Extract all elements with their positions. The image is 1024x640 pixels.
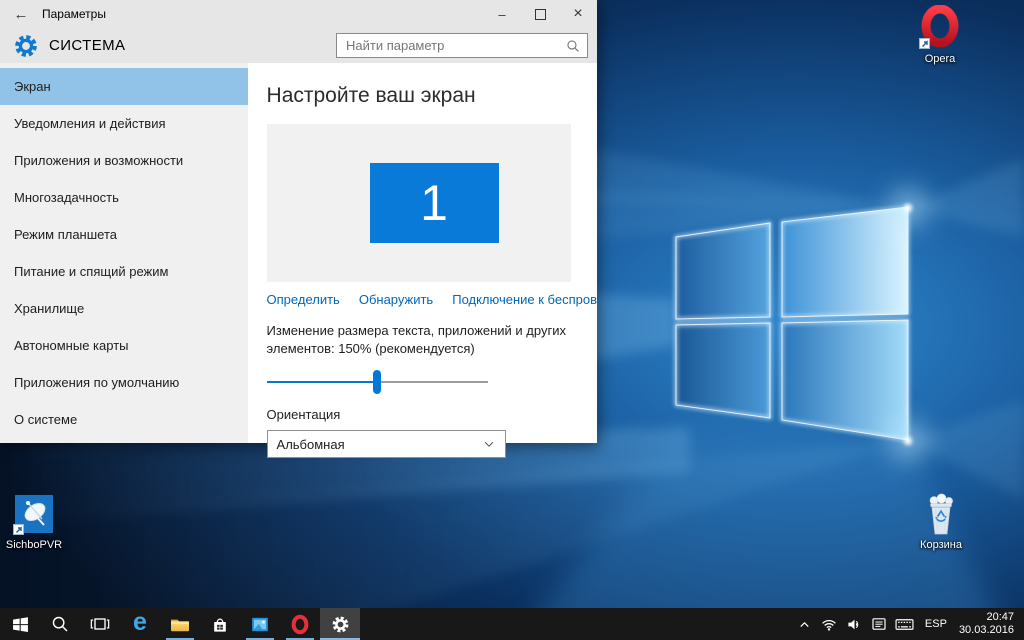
desktop-icon-label: Opera bbox=[925, 53, 956, 65]
start-button[interactable] bbox=[0, 608, 40, 640]
shortcut-arrow-icon bbox=[919, 38, 930, 49]
sidebar-item-tablet-mode[interactable]: Режим планшета bbox=[0, 216, 248, 253]
volume-button[interactable] bbox=[842, 608, 867, 640]
taskbar-file-explorer-button[interactable] bbox=[160, 608, 200, 640]
speaker-icon bbox=[847, 617, 862, 632]
settings-gear-icon bbox=[13, 33, 39, 59]
sidebar-item-label: Экран bbox=[14, 79, 51, 94]
touch-keyboard-button[interactable] bbox=[892, 608, 917, 640]
orientation-label: Ориентация bbox=[267, 407, 597, 422]
shortcut-arrow-icon bbox=[13, 524, 24, 535]
edge-icon: e bbox=[133, 610, 147, 635]
store-icon bbox=[211, 615, 229, 634]
scaling-label: Изменение размера текста, приложений и д… bbox=[267, 322, 569, 358]
slider-fill bbox=[267, 381, 378, 383]
taskbar-opera-button[interactable] bbox=[280, 608, 320, 640]
task-view-button[interactable] bbox=[80, 608, 120, 640]
taskbar-edge-button[interactable]: e bbox=[120, 608, 160, 640]
display-preview: 1 bbox=[267, 124, 571, 282]
monitor-number: 1 bbox=[420, 174, 448, 232]
taskbar-store-button[interactable] bbox=[200, 608, 240, 640]
settings-window: ← Параметры – × СИСТЕМА Экран Уведомлени… bbox=[0, 0, 597, 443]
minimize-button[interactable]: – bbox=[483, 0, 521, 28]
sidebar-item-label: Автономные карты bbox=[14, 338, 129, 353]
detect-link[interactable]: Обнаружить bbox=[359, 292, 433, 307]
action-center-button[interactable] bbox=[867, 608, 892, 640]
gear-icon bbox=[331, 615, 350, 634]
sidebar-item-label: Режим планшета bbox=[14, 227, 117, 242]
taskbar-photos-button[interactable] bbox=[240, 608, 280, 640]
orientation-value: Альбомная bbox=[277, 437, 345, 452]
sidebar-item-label: Приложения и возможности bbox=[14, 153, 183, 168]
window-title: Параметры bbox=[42, 7, 106, 21]
sidebar-item-power-sleep[interactable]: Питание и спящий режим bbox=[0, 253, 248, 290]
wifi-icon bbox=[821, 616, 837, 632]
scaling-slider-thumb[interactable] bbox=[373, 370, 381, 394]
monitor-1[interactable]: 1 bbox=[370, 163, 499, 243]
orientation-dropdown[interactable]: Альбомная bbox=[267, 430, 506, 458]
clock-date: 30.03.2016 bbox=[959, 624, 1014, 637]
maximize-button[interactable] bbox=[521, 0, 559, 28]
search-icon[interactable] bbox=[566, 39, 580, 53]
sidebar-item-label: О системе bbox=[14, 412, 77, 427]
system-tray: ESP 20:47 30.03.2016 bbox=[792, 608, 1024, 640]
taskbar-search-button[interactable] bbox=[40, 608, 80, 640]
sidebar-item-label: Уведомления и действия bbox=[14, 116, 166, 131]
chevron-up-icon bbox=[797, 617, 812, 632]
category-title: СИСТЕМА bbox=[49, 37, 125, 54]
desktop-icon-opera[interactable]: Opera bbox=[902, 6, 978, 65]
search-icon bbox=[51, 615, 69, 633]
settings-search-input[interactable] bbox=[344, 37, 566, 54]
settings-header: СИСТЕМА bbox=[0, 28, 597, 63]
desktop-icon-sichbopvr[interactable]: SichboPVR bbox=[0, 492, 72, 551]
sidebar-item-apps-features[interactable]: Приложения и возможности bbox=[0, 142, 248, 179]
maximize-icon bbox=[535, 9, 546, 20]
language-indicator[interactable]: ESP bbox=[917, 618, 955, 630]
scaling-slider[interactable] bbox=[267, 370, 488, 394]
settings-sidebar: Экран Уведомления и действия Приложения … bbox=[0, 63, 248, 443]
file-explorer-icon bbox=[169, 615, 191, 633]
back-button[interactable]: ← bbox=[0, 0, 42, 28]
sidebar-item-notifications[interactable]: Уведомления и действия bbox=[0, 105, 248, 142]
tray-expand-button[interactable] bbox=[792, 608, 817, 640]
sidebar-item-label: Питание и спящий режим bbox=[14, 264, 168, 279]
opera-icon bbox=[290, 614, 310, 635]
close-button[interactable]: × bbox=[559, 0, 597, 28]
recycle-bin-icon bbox=[923, 492, 959, 536]
sidebar-item-label: Хранилище bbox=[14, 301, 84, 316]
connect-wireless-link[interactable]: Подключение к беспров bbox=[452, 292, 597, 307]
close-icon: × bbox=[573, 5, 582, 23]
sidebar-item-storage[interactable]: Хранилище bbox=[0, 290, 248, 327]
keyboard-icon bbox=[895, 617, 914, 632]
display-settings-pane: Настройте ваш экран 1 Определить Обнаруж… bbox=[248, 63, 597, 443]
sidebar-item-label: Приложения по умолчанию bbox=[14, 375, 179, 390]
identify-link[interactable]: Определить bbox=[267, 292, 340, 307]
desktop-icon-label: SichboPVR bbox=[6, 539, 62, 551]
back-arrow-icon: ← bbox=[14, 6, 29, 23]
action-center-icon bbox=[871, 616, 887, 632]
windows-start-icon bbox=[12, 616, 29, 633]
minimize-icon: – bbox=[498, 7, 505, 22]
task-view-icon bbox=[90, 615, 110, 633]
photos-app-icon bbox=[250, 616, 270, 633]
sidebar-item-multitasking[interactable]: Многозадачность bbox=[0, 179, 248, 216]
titlebar[interactable]: ← Параметры – × bbox=[0, 0, 597, 28]
network-button[interactable] bbox=[817, 608, 842, 640]
settings-search-box[interactable] bbox=[336, 33, 588, 58]
clock[interactable]: 20:47 30.03.2016 bbox=[955, 611, 1024, 637]
sidebar-item-about[interactable]: О системе bbox=[0, 401, 248, 438]
sidebar-item-display[interactable]: Экран bbox=[0, 68, 248, 105]
clock-time: 20:47 bbox=[959, 611, 1014, 624]
chevron-down-icon bbox=[482, 437, 496, 451]
sidebar-item-default-apps[interactable]: Приложения по умолчанию bbox=[0, 364, 248, 401]
taskbar: e bbox=[0, 608, 1024, 640]
desktop-icon-label: Корзина bbox=[920, 539, 962, 551]
page-title: Настройте ваш экран bbox=[267, 84, 597, 108]
sidebar-item-label: Многозадачность bbox=[14, 190, 119, 205]
desktop-icon-recycle-bin[interactable]: Корзина bbox=[903, 492, 979, 551]
sidebar-item-offline-maps[interactable]: Автономные карты bbox=[0, 327, 248, 364]
taskbar-settings-button[interactable] bbox=[320, 608, 360, 640]
